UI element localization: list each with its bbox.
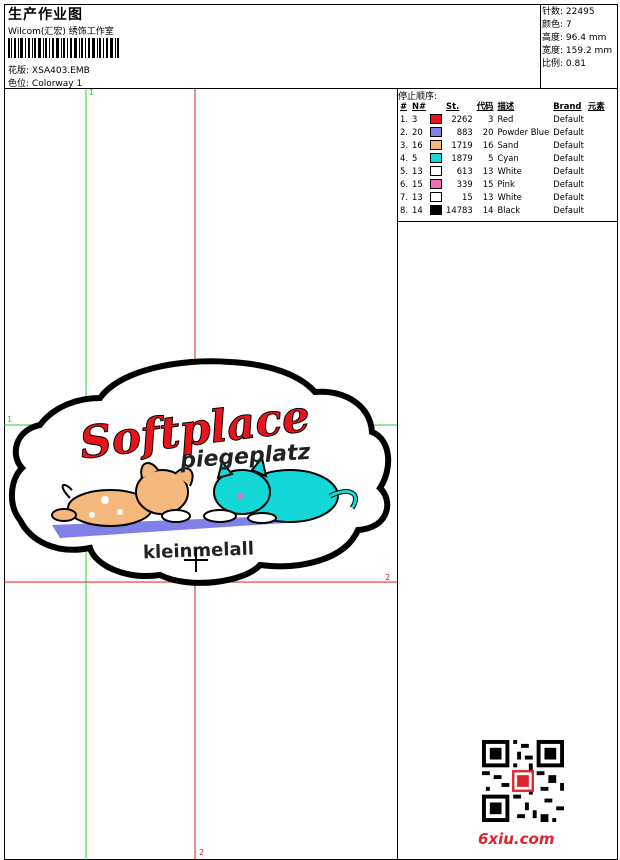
marker-left-green: 1 — [7, 415, 13, 424]
design-canvas: Softplace piegeplatz kleinmelall — [4, 89, 397, 860]
marker-right-red: 2 — [385, 573, 391, 582]
marker-top-green: 1 — [89, 88, 95, 97]
qr-code — [482, 740, 564, 822]
marker-bottom-red: 2 — [199, 848, 205, 857]
watermark-logo: 6xiu.com — [478, 830, 555, 848]
